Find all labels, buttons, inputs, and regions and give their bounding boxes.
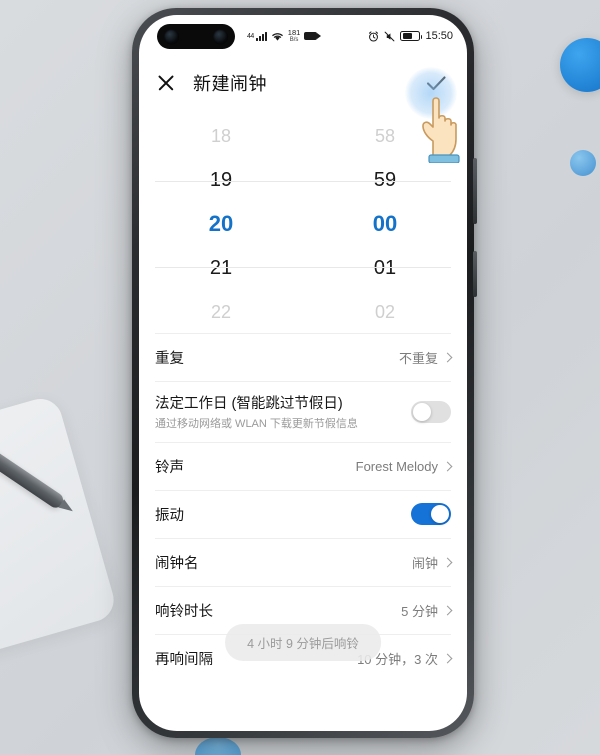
check-icon xyxy=(426,76,446,91)
row-text: 再响间隔 xyxy=(155,648,213,669)
network-speed-value: 181 xyxy=(287,28,301,38)
mute-icon xyxy=(385,31,395,41)
front-camera-lens-right xyxy=(213,29,228,44)
scene: 44 181 B/s 15:50 新建闹钟 18 19 20 21 22 58 … xyxy=(0,0,600,755)
row-label: 铃声 xyxy=(155,459,184,476)
chevron-right-icon xyxy=(442,461,453,472)
row-label: 再响间隔 xyxy=(155,651,213,668)
signal-icon xyxy=(255,31,267,41)
status-right-icons: 15:50 xyxy=(368,30,453,42)
hour-option[interactable]: 18 xyxy=(139,114,303,158)
hour-option-selected[interactable]: 20 xyxy=(139,202,303,246)
row-label: 闹钟名 xyxy=(155,555,199,572)
background-blue-object xyxy=(560,38,600,92)
confirm-button[interactable] xyxy=(421,68,451,98)
app-header: 新建闹钟 xyxy=(139,57,467,109)
minute-option[interactable]: 58 xyxy=(303,114,467,158)
phone-device: 44 181 B/s 15:50 新建闹钟 18 19 20 21 22 58 … xyxy=(132,8,477,738)
page-title: 新建闹钟 xyxy=(193,74,267,94)
minute-option[interactable]: 59 xyxy=(303,158,467,202)
network-speed-indicator: 181 B/s xyxy=(288,29,301,43)
background-notebook xyxy=(0,393,119,657)
hour-option[interactable]: 19 xyxy=(139,158,303,202)
vibrate-toggle[interactable] xyxy=(411,503,451,526)
close-icon[interactable] xyxy=(155,72,177,94)
setting-row-ringtone[interactable]: 铃声 Forest Melody xyxy=(155,441,453,490)
row-value-group: Forest Melody xyxy=(348,458,453,474)
row-value: Forest Melody xyxy=(355,458,438,474)
minute-option-selected[interactable]: 00 xyxy=(303,202,467,246)
minute-option[interactable]: 01 xyxy=(303,246,467,290)
picker-divider-bottom xyxy=(155,267,451,268)
row-value: 闹钟 xyxy=(411,555,438,571)
row-text: 法定工作日 (智能跳过节假日) 通过移动网络或 WLAN 下载更新节假信息 xyxy=(155,392,358,432)
row-value: 5 分钟 xyxy=(401,603,438,619)
row-label: 振动 xyxy=(155,507,184,524)
setting-row-alarm-name[interactable]: 闹钟名 闹钟 xyxy=(155,537,453,586)
status-bar: 44 181 B/s 15:50 xyxy=(139,15,467,57)
chevron-right-icon xyxy=(442,557,453,568)
status-clock: 15:50 xyxy=(425,30,453,42)
row-sublabel: 通过移动网络或 WLAN 下载更新节假信息 xyxy=(155,418,358,430)
video-recording-icon xyxy=(304,32,322,40)
background-blue-accent xyxy=(195,737,241,755)
chevron-right-icon xyxy=(442,352,453,363)
toast-message: 4 小时 9 分钟后响铃 xyxy=(225,624,381,661)
alarm-icon xyxy=(369,30,379,41)
hour-option[interactable]: 21 xyxy=(139,246,303,290)
row-label: 响铃时长 xyxy=(155,603,213,620)
hour-column[interactable]: 18 19 20 21 22 xyxy=(139,115,303,333)
row-text: 闹钟名 xyxy=(155,552,199,573)
hour-option[interactable]: 22 xyxy=(139,290,303,334)
row-text: 振动 xyxy=(155,504,184,525)
row-label: 法定工作日 (智能跳过节假日) xyxy=(155,396,343,412)
camera-punch-hole xyxy=(157,24,235,49)
time-picker[interactable]: 18 19 20 21 22 58 59 00 01 02 xyxy=(139,115,467,333)
setting-row-repeat[interactable]: 重复 不重复 xyxy=(155,333,453,381)
wifi-icon xyxy=(272,32,283,41)
picker-divider-top xyxy=(155,181,451,182)
power-button[interactable] xyxy=(473,251,477,297)
minute-option[interactable]: 02 xyxy=(303,290,467,334)
workday-toggle[interactable] xyxy=(411,400,451,423)
chevron-right-icon xyxy=(442,653,453,664)
row-value: 不重复 xyxy=(398,351,438,366)
volume-button[interactable] xyxy=(473,158,477,224)
chevron-right-icon xyxy=(442,605,453,616)
status-left-icons: 44 181 B/s xyxy=(247,29,322,43)
row-label: 重复 xyxy=(155,351,184,367)
phone-screen: 44 181 B/s 15:50 新建闹钟 18 19 20 21 22 58 … xyxy=(139,15,467,731)
network-speed-unit: B/s xyxy=(289,36,299,43)
front-camera-lens-left xyxy=(164,29,179,44)
battery-icon xyxy=(400,31,423,41)
row-value-group: 5 分钟 xyxy=(393,601,453,620)
setting-row-workday[interactable]: 法定工作日 (智能跳过节假日) 通过移动网络或 WLAN 下载更新节假信息 xyxy=(155,381,451,442)
signal-prefix-label: 44 xyxy=(247,32,254,40)
setting-row-vibrate[interactable]: 振动 xyxy=(155,489,451,538)
background-blue-object-small xyxy=(570,150,596,176)
row-value-group: 闹钟 xyxy=(404,553,453,572)
minute-column[interactable]: 58 59 00 01 02 xyxy=(303,115,467,333)
row-value-group: 不重复 xyxy=(391,348,453,367)
row-text: 响铃时长 xyxy=(155,600,213,621)
row-text: 重复 xyxy=(155,347,184,368)
row-text: 铃声 xyxy=(155,456,184,477)
